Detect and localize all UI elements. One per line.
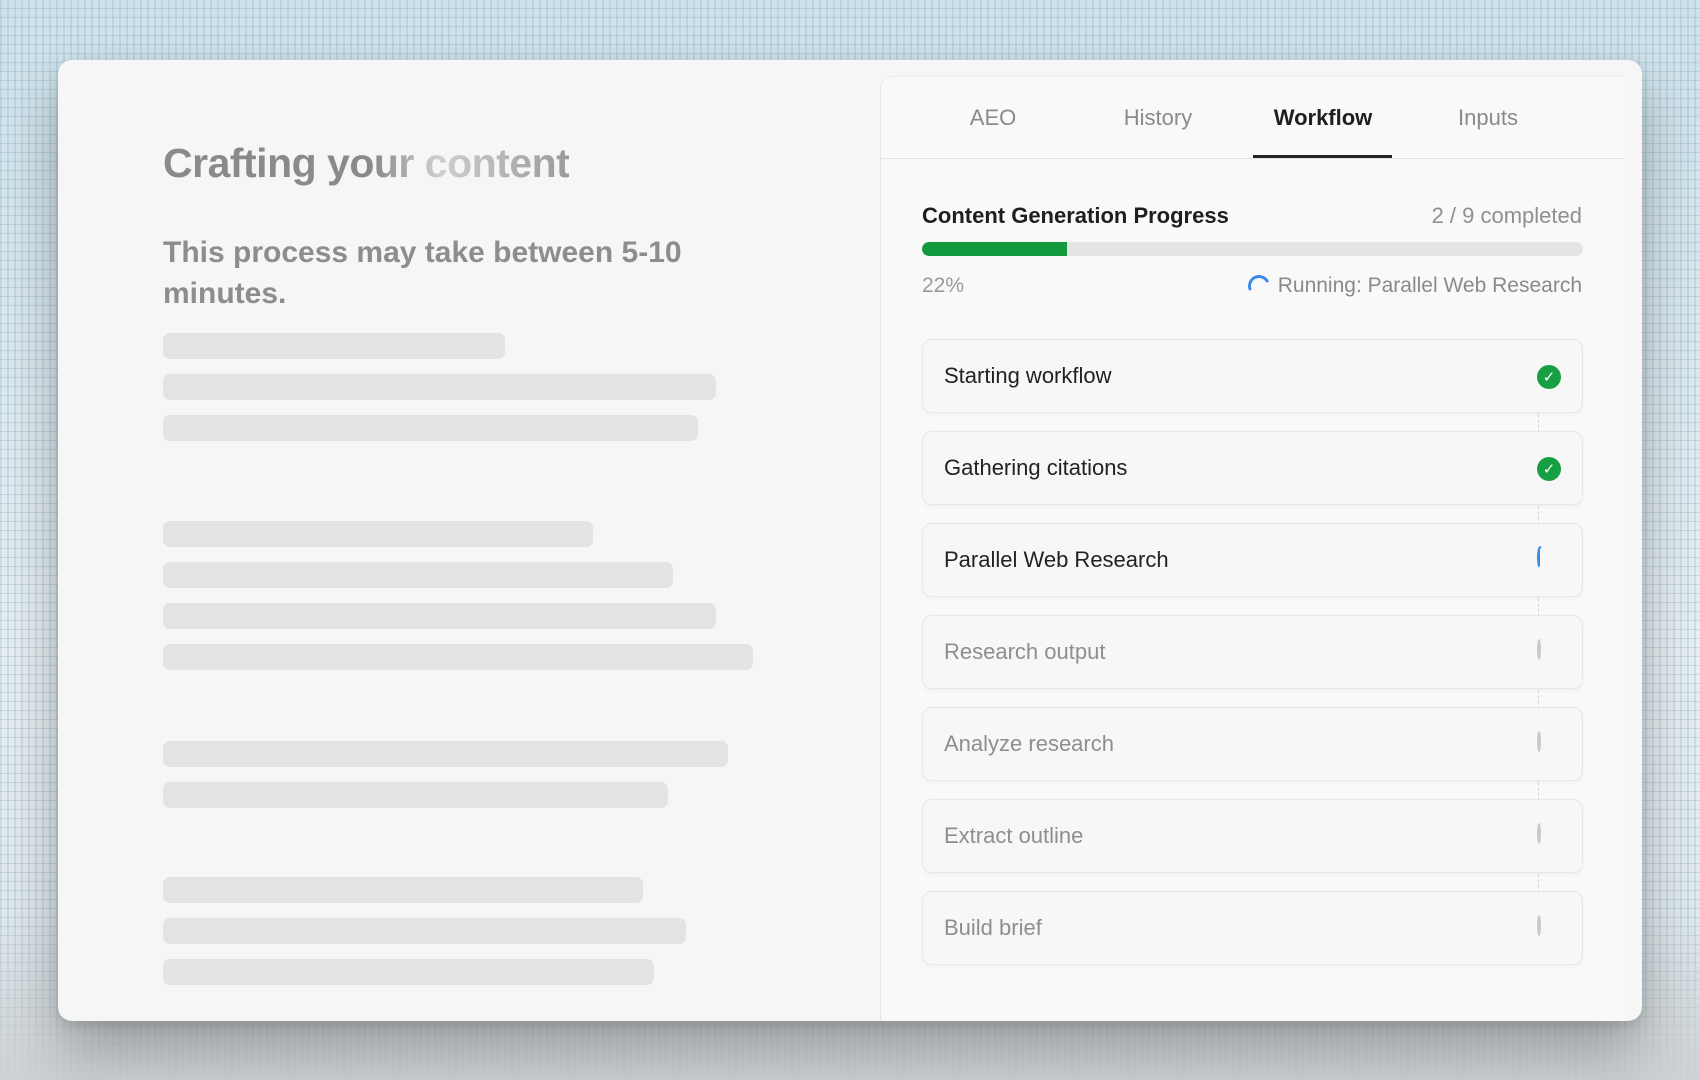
workflow-step-label: Analyze research <box>944 731 1114 756</box>
workflow-step-status: ✓ <box>1537 365 1561 389</box>
check-circle-icon: ✓ <box>1537 457 1561 481</box>
progress-count: 2 / 9 completed <box>1431 203 1582 228</box>
running-status: Running: Parallel Web Research <box>1244 271 1582 301</box>
left-panel: Crafting your content This process may t… <box>58 60 878 1021</box>
tab-aeo[interactable]: AEO <box>923 105 1063 131</box>
progress-bar <box>922 242 1583 256</box>
tab-workflow[interactable]: Workflow <box>1253 105 1393 131</box>
skeleton-line <box>163 782 668 808</box>
workflow-step-label: Starting workflow <box>944 363 1112 388</box>
workflow-step-status <box>1537 731 1561 757</box>
empty-circle-icon <box>1537 823 1541 844</box>
workflow-step[interactable]: Build brief <box>922 891 1583 965</box>
workflow-step-label: Build brief <box>944 915 1042 940</box>
empty-circle-icon <box>1537 639 1541 660</box>
empty-circle-icon <box>1537 915 1541 936</box>
workflow-step-status: ✓ <box>1537 457 1561 481</box>
page-subtitle: This process may take between 5-10 minut… <box>163 236 682 310</box>
progress-title: Content Generation Progress <box>922 203 1229 228</box>
workflow-step-label: Extract outline <box>944 823 1084 848</box>
tab-inputs[interactable]: Inputs <box>1418 105 1558 131</box>
progress-percent: 22% <box>922 274 965 297</box>
skeleton-line <box>163 918 686 944</box>
workflow-step[interactable]: Starting workflow ✓ <box>922 339 1583 413</box>
workflow-step[interactable]: Research output <box>922 615 1583 689</box>
workflow-step-label: Gathering citations <box>944 455 1128 480</box>
tab-history[interactable]: History <box>1088 105 1228 131</box>
tab-bar: AEO History Workflow Inputs <box>881 77 1625 159</box>
workflow-step[interactable]: Extract outline <box>922 799 1583 873</box>
empty-circle-icon <box>1537 731 1541 752</box>
workflow-step-status <box>1537 546 1561 573</box>
skeleton-line <box>163 959 654 985</box>
workflow-step[interactable]: Gathering citations ✓ <box>922 431 1583 505</box>
workflow-step[interactable]: Parallel Web Research <box>922 523 1583 597</box>
skeleton-line <box>163 741 728 767</box>
skeleton-line <box>163 374 716 400</box>
skeleton-line <box>163 521 593 547</box>
workflow-step-status <box>1537 915 1561 941</box>
progress-bar-fill <box>922 242 1068 256</box>
page-title: Crafting your content <box>163 140 570 186</box>
loading-spinner-icon <box>1537 546 1543 569</box>
right-panel: AEO History Workflow Inputs Content Gene… <box>880 76 1625 1021</box>
content-modal: Crafting your content This process may t… <box>58 60 1642 1021</box>
skeleton-line <box>163 877 643 903</box>
workflow-step-label: Parallel Web Research <box>944 547 1169 572</box>
workflow-step-label: Research output <box>944 639 1106 664</box>
skeleton-line <box>163 333 505 359</box>
skeleton-line <box>163 644 753 670</box>
skeleton-line <box>163 562 673 588</box>
workflow-step-status <box>1537 823 1561 849</box>
skeleton-line <box>163 603 716 629</box>
check-circle-icon: ✓ <box>1537 365 1561 389</box>
loading-spinner-icon <box>1244 271 1273 301</box>
workflow-step-status <box>1537 639 1561 665</box>
running-label: Running: Parallel Web Research <box>1277 274 1582 297</box>
workflow-step[interactable]: Analyze research <box>922 707 1583 781</box>
skeleton-line <box>163 415 698 441</box>
active-tab-indicator <box>1253 155 1392 158</box>
